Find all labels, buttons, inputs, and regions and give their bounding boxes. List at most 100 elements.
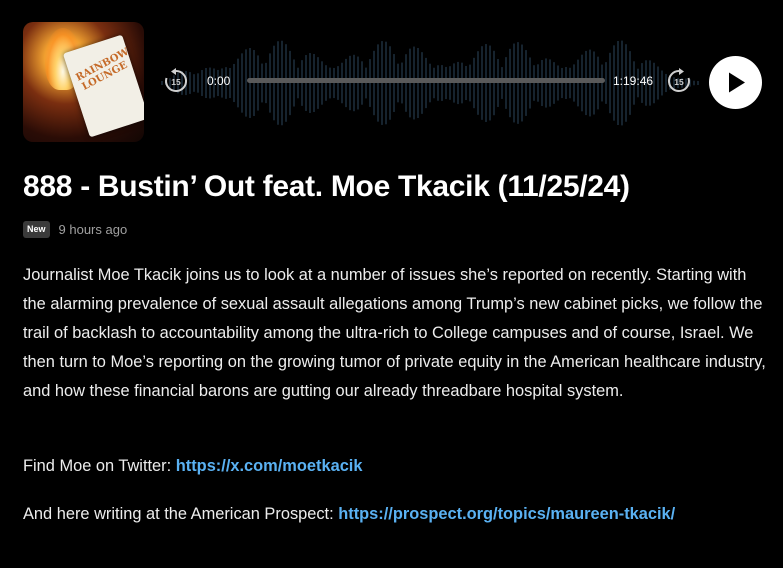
waveform-bar <box>661 70 663 96</box>
waveform-bar <box>561 67 563 99</box>
waveform-bar <box>189 72 191 94</box>
waveform-bar <box>369 59 371 107</box>
waveform-bar <box>241 53 243 113</box>
waveform-bar <box>505 57 507 109</box>
waveform-bar <box>549 59 551 107</box>
waveform-bar <box>341 62 343 104</box>
waveform-bar <box>565 67 567 99</box>
matchbook-graphic: RAINBOW LOUNGE <box>62 34 144 138</box>
new-badge: New <box>23 220 50 238</box>
twitter-link[interactable]: https://x.com/moetkacik <box>176 457 363 475</box>
waveform-bar <box>377 44 379 122</box>
waveform-bar <box>313 53 315 113</box>
play-button[interactable] <box>709 56 762 109</box>
waveform-bar <box>473 57 475 109</box>
waveform-bar <box>393 54 395 112</box>
forward-15-icon: 15 <box>667 68 690 92</box>
waveform-bar <box>337 66 339 100</box>
waveform-bar <box>485 44 487 122</box>
waveform-bar <box>421 52 423 114</box>
waveform-bar <box>657 66 659 100</box>
waveform-bar <box>581 54 583 112</box>
waveform-bar <box>273 45 275 121</box>
waveform-bar <box>605 62 607 104</box>
twitter-prefix: Find Moe on Twitter: <box>23 457 176 475</box>
waveform-bar <box>697 81 699 85</box>
prospect-link[interactable]: https://prospect.org/topics/maureen-tkac… <box>338 505 675 523</box>
rewind-15-icon: 15 <box>165 68 188 92</box>
waveform-bar <box>265 62 267 104</box>
waveform-bar <box>269 53 271 113</box>
waveform-bar <box>381 41 383 125</box>
waveform-bar <box>253 50 255 116</box>
waveform-bar <box>545 58 547 108</box>
waveform-bar <box>197 73 199 93</box>
episode-title: 888 - Bustin’ Out feat. Moe Tkacik (11/2… <box>23 170 630 203</box>
waveform-bar <box>257 55 259 111</box>
waveform-bar <box>309 53 311 113</box>
waveform-bar <box>461 62 463 104</box>
waveform-bar <box>453 63 455 103</box>
waveform-bar <box>261 63 263 103</box>
waveform-bar <box>405 54 407 112</box>
waveform-bar <box>589 49 591 117</box>
waveform-bar <box>409 48 411 118</box>
episode-meta: New 9 hours ago <box>23 219 127 239</box>
waveform-bar <box>353 54 355 112</box>
waveform-bar <box>609 52 611 114</box>
waveform-bar <box>469 64 471 102</box>
current-time: 0:00 <box>207 74 231 88</box>
waveform-bar <box>601 64 603 102</box>
waveform-bar <box>493 50 495 116</box>
waveform-bar <box>573 64 575 102</box>
waveform-bar <box>693 80 695 86</box>
waveform-bar <box>445 66 447 100</box>
waveform-bar <box>585 50 587 116</box>
waveform-bar <box>521 44 523 122</box>
waveform-bar <box>281 40 283 126</box>
waveform-bar <box>437 65 439 101</box>
posted-time: 9 hours ago <box>58 221 128 237</box>
waveform-bar <box>293 59 295 107</box>
waveform-bar <box>597 56 599 110</box>
waveform-bar <box>301 60 303 106</box>
waveform-bar <box>237 58 239 108</box>
waveform-bar <box>289 50 291 116</box>
waveform-bar <box>357 56 359 110</box>
waveform-bar <box>497 59 499 107</box>
waveform-bar <box>593 51 595 115</box>
waveform-bar <box>465 65 467 101</box>
waveform-bar <box>529 57 531 109</box>
waveform-bar <box>201 70 203 96</box>
waveform-bar <box>233 63 235 103</box>
waveform-bar <box>525 50 527 116</box>
play-icon <box>729 72 745 93</box>
waveform-bar <box>249 48 251 118</box>
waveform-bar <box>477 51 479 115</box>
waveform-bar <box>481 46 483 120</box>
waveform-bar <box>489 45 491 121</box>
progress-slider[interactable] <box>247 78 605 83</box>
waveform-bar <box>321 61 323 105</box>
waveform-bar <box>501 67 503 99</box>
waveform-bar <box>553 62 555 104</box>
waveform-bar <box>277 41 279 125</box>
waveform-bar <box>385 41 387 125</box>
waveform-bar <box>401 62 403 104</box>
waveform-bar <box>297 67 299 99</box>
waveform-bar <box>433 67 435 99</box>
episode-description: Journalist Moe Tkacik joins us to look a… <box>23 266 766 400</box>
skip-back-15-button[interactable]: 15 <box>163 68 189 94</box>
episode-artwork: RAINBOW LOUNGE <box>23 22 144 142</box>
audio-player: RAINBOW LOUNGE 15 0:00 1:19:46 15 <box>23 22 763 142</box>
waveform-bar <box>513 43 515 123</box>
waveform-bar <box>365 67 367 99</box>
waveform-bar <box>193 74 195 92</box>
skip-forward-label: 15 <box>674 77 684 87</box>
waveform-bar <box>429 63 431 103</box>
waveform-bar <box>557 65 559 101</box>
twitter-line: Find Moe on Twitter: https://x.com/moetk… <box>23 457 362 476</box>
waveform-bar <box>325 65 327 101</box>
skip-forward-15-button[interactable]: 15 <box>666 68 692 94</box>
waveform-bar <box>569 67 571 99</box>
